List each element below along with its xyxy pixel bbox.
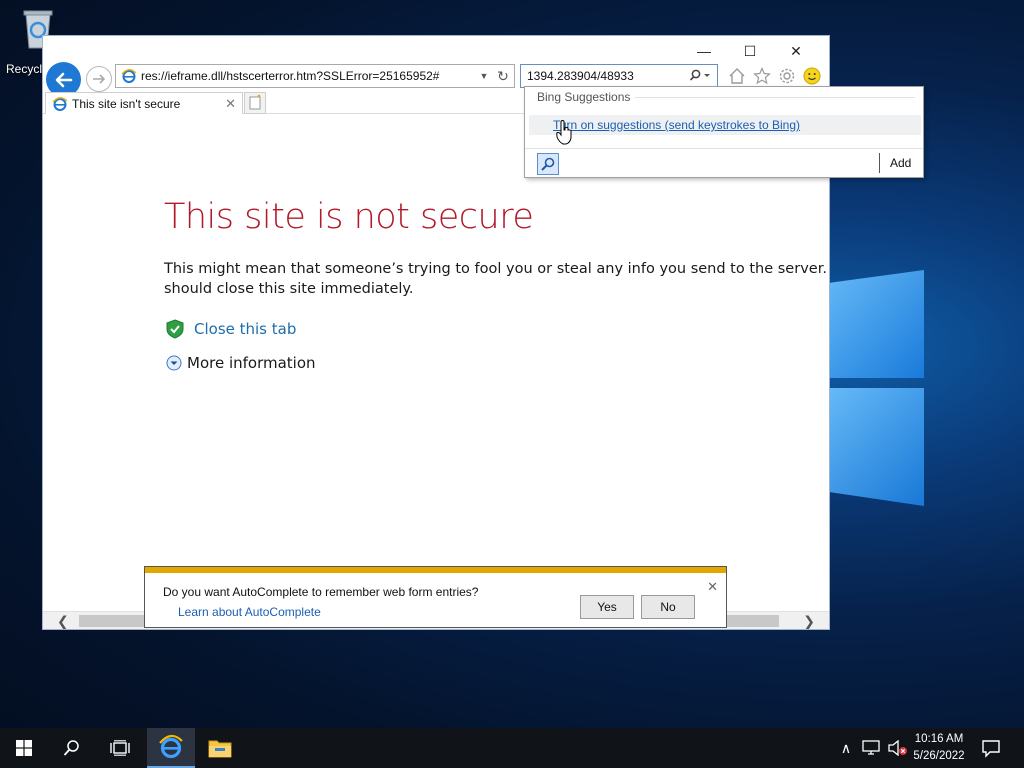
bing-search-provider-icon[interactable]: [537, 153, 559, 175]
system-clock[interactable]: 10:16 AM 5/26/2022: [906, 731, 972, 765]
toolbar-icons: [727, 66, 822, 86]
taskbar-internet-explorer[interactable]: [147, 728, 195, 768]
start-button[interactable]: [0, 728, 48, 768]
search-box[interactable]: 1394.283904/48933: [520, 64, 718, 88]
add-provider-button[interactable]: Add: [890, 156, 911, 170]
no-button[interactable]: No: [641, 595, 695, 619]
new-tab-icon: [249, 94, 261, 110]
tab-site-not-secure[interactable]: This site isn't secure ✕: [45, 92, 243, 114]
search-icon: [63, 740, 79, 756]
clock-date: 5/26/2022: [913, 750, 965, 762]
taskbar-search-button[interactable]: [48, 728, 96, 768]
bing-suggestions-header: Bing Suggestions: [537, 90, 631, 104]
more-information-label[interactable]: More information: [187, 354, 316, 372]
forward-button[interactable]: [86, 66, 112, 92]
minimize-button[interactable]: —: [681, 40, 727, 62]
notification-close-icon[interactable]: ✕: [707, 579, 718, 595]
close-tab-label[interactable]: Close this tab: [194, 320, 296, 338]
scroll-right-icon[interactable]: ❯: [803, 613, 815, 629]
yes-button[interactable]: Yes: [580, 595, 634, 619]
volume-muted-icon[interactable]: [888, 740, 908, 756]
action-center-notification-icon[interactable]: [980, 737, 1002, 759]
bing-suggestions-dropdown: Bing Suggestions Turn on suggestions (se…: [524, 86, 924, 178]
address-bar[interactable]: res://ieframe.dll/hstscerterror.htm?SSLE…: [115, 64, 515, 88]
address-url[interactable]: res://ieframe.dll/hstscerterror.htm?SSLE…: [141, 69, 476, 83]
system-tray: ∧: [838, 728, 908, 768]
search-icon[interactable]: [683, 69, 717, 84]
settings-gear-icon[interactable]: [777, 66, 797, 86]
favorites-star-icon[interactable]: [752, 66, 772, 86]
add-divider: [879, 153, 880, 173]
tab-title: This site isn't secure: [72, 96, 181, 111]
turn-on-suggestions-link[interactable]: Turn on suggestions (send keystrokes to …: [529, 115, 921, 135]
taskbar: ∧ 10:16 AM 5/26/2022: [0, 728, 1024, 768]
windows-start-icon: [16, 740, 32, 756]
footer-divider: [525, 148, 923, 149]
learn-about-autocomplete-link[interactable]: Learn about AutoComplete: [178, 605, 321, 619]
scroll-left-icon[interactable]: ❮: [57, 613, 69, 629]
task-view-button[interactable]: [96, 728, 144, 768]
autocomplete-notification-bar: Do you want AutoComplete to remember web…: [144, 566, 727, 628]
page-body-text: This might mean that someone’s trying to…: [164, 261, 829, 297]
window-controls: — ☐ ✕: [681, 40, 819, 62]
folder-icon: [208, 740, 232, 758]
windows-logo-wallpaper: [828, 230, 924, 530]
page-title: This site is not secure: [164, 197, 534, 237]
shield-check-icon: [166, 319, 184, 339]
taskbar-file-explorer[interactable]: [196, 728, 244, 768]
maximize-button[interactable]: ☐: [727, 40, 773, 62]
more-information-toggle[interactable]: More information: [166, 354, 316, 372]
network-icon[interactable]: [862, 740, 880, 756]
notification-accent-bar: [145, 567, 726, 573]
clock-time: 10:16 AM: [914, 733, 964, 745]
hand-pointer-cursor-icon: [556, 120, 572, 145]
arrow-right-icon: [93, 74, 106, 84]
feedback-smiley-icon[interactable]: [802, 66, 822, 86]
new-tab-button[interactable]: [244, 92, 266, 114]
chevron-down-circle-icon: [166, 355, 182, 371]
arrow-left-icon: [55, 72, 72, 87]
header-divider: [635, 97, 915, 98]
show-hidden-icons-chevron-icon[interactable]: ∧: [838, 740, 854, 757]
ie-page-icon: [121, 69, 137, 83]
refresh-icon[interactable]: ↻: [492, 68, 514, 85]
internet-explorer-icon: [159, 734, 183, 759]
page-content: This site is not secure This might mean …: [43, 115, 829, 611]
tab-close-icon[interactable]: ✕: [225, 96, 236, 112]
autocomplete-question: Do you want AutoComplete to remember web…: [163, 585, 479, 599]
ie-tab-icon: [52, 96, 68, 111]
home-icon[interactable]: [727, 66, 747, 86]
close-tab-link[interactable]: Close this tab: [166, 319, 296, 339]
task-view-icon: [110, 740, 130, 756]
chevron-down-icon[interactable]: ▼: [476, 71, 492, 81]
close-window-button[interactable]: ✕: [773, 40, 819, 62]
search-input[interactable]: 1394.283904/48933: [521, 69, 683, 83]
